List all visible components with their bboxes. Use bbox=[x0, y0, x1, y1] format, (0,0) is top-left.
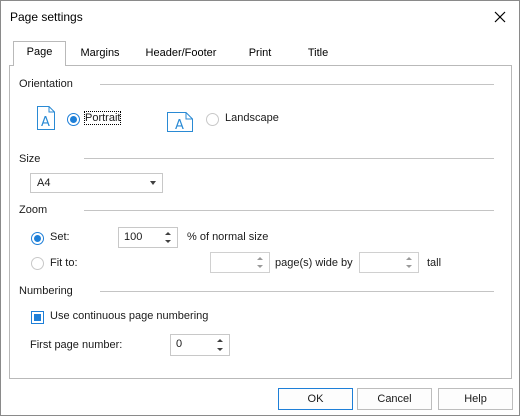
continuous-numbering-label[interactable]: Use continuous page numbering bbox=[50, 310, 208, 322]
tall-label: tall bbox=[427, 257, 442, 269]
landscape-radio[interactable] bbox=[206, 113, 219, 126]
zoom-set-radio[interactable] bbox=[31, 232, 44, 245]
page-settings-dialog: Page settings Page Margins Header/Footer… bbox=[0, 0, 520, 416]
portrait-radio[interactable] bbox=[67, 113, 80, 126]
zoom-percent-value: 100 bbox=[124, 231, 143, 243]
tab-margins[interactable]: Margins bbox=[69, 43, 131, 65]
close-button[interactable] bbox=[485, 3, 515, 31]
size-section-label: Size bbox=[19, 153, 41, 165]
tab-title[interactable]: Title bbox=[294, 43, 342, 65]
numbering-section-label: Numbering bbox=[19, 285, 73, 297]
size-divider bbox=[84, 158, 494, 159]
fit-pages-wide-spinner[interactable] bbox=[210, 252, 270, 273]
orientation-divider bbox=[100, 84, 494, 85]
spin-up-icon[interactable] bbox=[216, 337, 225, 344]
tab-header-footer[interactable]: Header/Footer bbox=[137, 43, 225, 65]
zoom-divider bbox=[84, 210, 494, 211]
spin-down-icon[interactable] bbox=[216, 346, 225, 353]
page-tab-panel: Orientation A Portrait A Landscape Size … bbox=[9, 65, 512, 379]
ok-button[interactable]: OK bbox=[278, 388, 353, 410]
first-page-number-label: First page number: bbox=[30, 339, 123, 351]
spin-up-icon[interactable] bbox=[256, 255, 265, 262]
chevron-down-icon bbox=[150, 181, 156, 185]
spin-down-icon[interactable] bbox=[256, 263, 265, 270]
landscape-icon-glyph: A bbox=[175, 118, 184, 132]
tab-print[interactable]: Print bbox=[235, 43, 285, 65]
orientation-section-label: Orientation bbox=[19, 78, 73, 90]
zoom-section-label: Zoom bbox=[19, 204, 48, 216]
fit-pages-tall-spinner[interactable] bbox=[359, 252, 419, 273]
paper-size-value: A4 bbox=[37, 177, 51, 189]
title-bar: Page settings bbox=[1, 1, 519, 33]
zoom-fit-label[interactable]: Fit to: bbox=[50, 257, 78, 269]
help-button[interactable]: Help bbox=[438, 388, 513, 410]
numbering-divider bbox=[100, 291, 494, 292]
dialog-title: Page settings bbox=[10, 10, 83, 24]
landscape-page-icon: A bbox=[167, 112, 193, 132]
pages-wide-by-label: page(s) wide by bbox=[275, 257, 353, 269]
spin-up-icon[interactable] bbox=[164, 230, 173, 237]
spin-down-icon[interactable] bbox=[405, 263, 414, 270]
close-icon bbox=[494, 11, 506, 23]
portrait-page-icon: A bbox=[37, 106, 55, 130]
continuous-numbering-checkbox[interactable] bbox=[31, 311, 44, 324]
paper-size-select[interactable]: A4 bbox=[30, 173, 163, 193]
first-page-number-value: 0 bbox=[176, 338, 183, 350]
landscape-label[interactable]: Landscape bbox=[225, 112, 279, 124]
portrait-label[interactable]: Portrait bbox=[83, 111, 122, 125]
tab-page[interactable]: Page bbox=[13, 41, 66, 66]
first-page-number-spinner[interactable]: 0 bbox=[170, 334, 230, 356]
zoom-set-label[interactable]: Set: bbox=[50, 231, 70, 243]
spin-down-icon[interactable] bbox=[164, 238, 173, 245]
zoom-fit-radio[interactable] bbox=[31, 257, 44, 270]
portrait-icon-glyph: A bbox=[41, 115, 50, 130]
cancel-button[interactable]: Cancel bbox=[357, 388, 432, 410]
zoom-percent-spinner[interactable]: 100 bbox=[118, 227, 178, 248]
spin-up-icon[interactable] bbox=[405, 255, 414, 262]
percent-of-normal-label: % of normal size bbox=[187, 231, 269, 243]
